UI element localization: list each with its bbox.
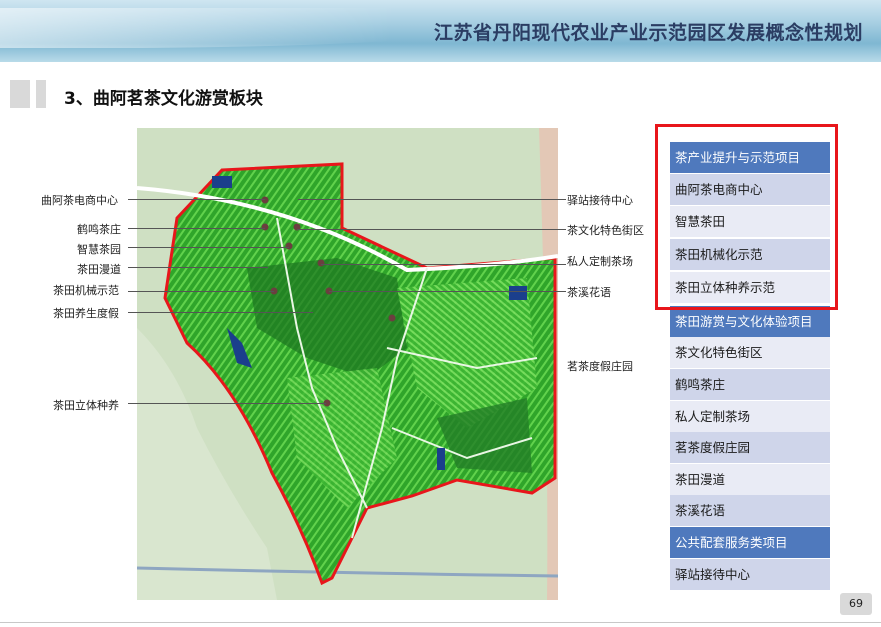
map-label-right: 茗茶度假庄园 [567, 360, 633, 373]
project-item: 茶溪花语 [670, 495, 830, 526]
project-item: 私人定制茶场 [670, 401, 830, 432]
map-label-left: 茶田养生度假 [53, 307, 119, 320]
header-banner: 江苏省丹阳现代农业产业示范园区发展概念性规划 [0, 0, 881, 62]
document-title: 江苏省丹阳现代农业产业示范园区发展概念性规划 [433, 22, 863, 44]
map-label-right: 私人定制茶场 [567, 255, 633, 268]
category-header: 茶田游赏与文化体验项目 [670, 306, 830, 337]
highlight-box [655, 124, 838, 310]
footer-divider [0, 622, 881, 623]
project-item: 茶田漫道 [670, 464, 830, 495]
map-label-right: 驿站接待中心 [567, 194, 633, 207]
page-number: 69 [840, 593, 872, 615]
project-item: 茶文化特色街区 [670, 337, 830, 368]
section-title: 3、曲阿茗茶文化游赏板块 [64, 89, 263, 109]
project-item: 茗茶度假庄园 [670, 432, 830, 463]
project-item: 鹤鸣茶庄 [670, 369, 830, 400]
map-label-right: 茶文化特色街区 [567, 224, 644, 237]
project-item: 驿站接待中心 [670, 559, 830, 590]
map-label-left: 智慧茶园 [77, 243, 121, 256]
map-label-left: 茶田漫道 [77, 263, 121, 276]
category-header: 公共配套服务类项目 [670, 527, 830, 558]
map-label-left: 茶田立体种养 [53, 399, 119, 412]
map-label-left: 曲阿茶电商中心 [41, 194, 118, 207]
map-label-left: 茶田机械示范 [53, 284, 119, 297]
map-label-left: 鹤鸣茶庄 [77, 223, 121, 236]
map-label-right: 茶溪花语 [567, 286, 611, 299]
